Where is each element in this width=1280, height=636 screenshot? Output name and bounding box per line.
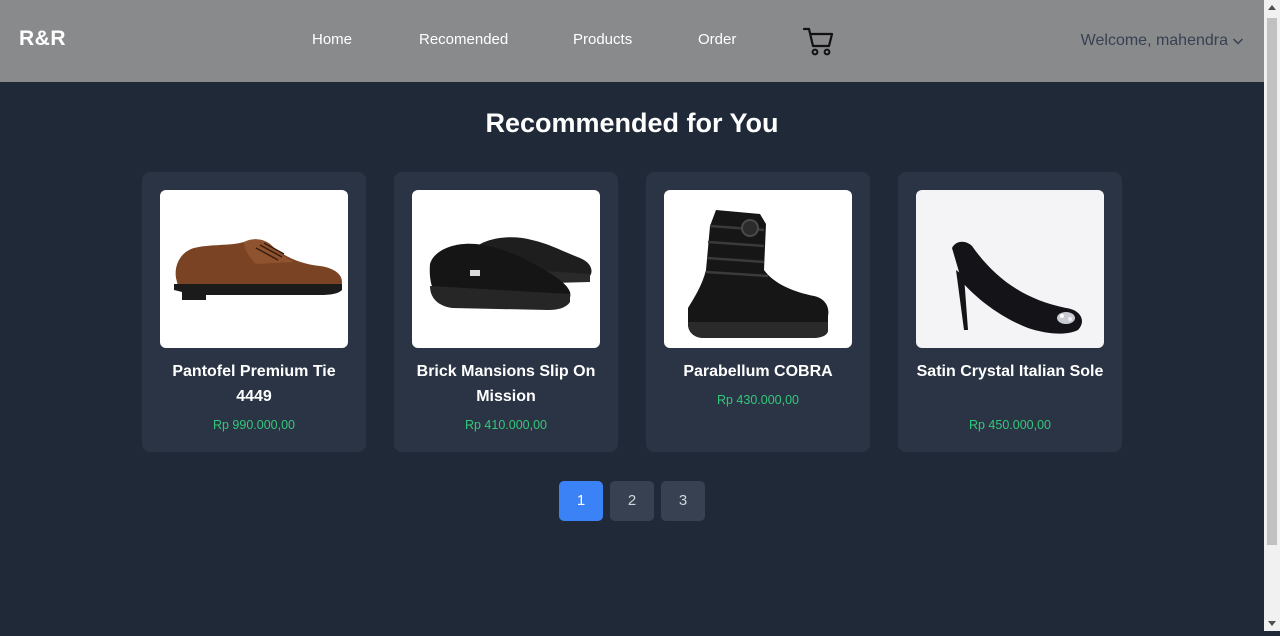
product-card[interactable]: Satin Crystal Italian Sole Rp 450.000,00: [898, 172, 1122, 452]
nav-link-order[interactable]: Order: [698, 31, 736, 48]
product-image: [160, 190, 348, 348]
nav-link-products[interactable]: Products: [573, 31, 632, 48]
user-menu[interactable]: Welcome, mahendra: [1081, 32, 1244, 50]
product-name: Parabellum COBRA: [683, 363, 833, 380]
product-card[interactable]: Brick Mansions Slip On Mission Rp 410.00…: [394, 172, 618, 452]
product-price: Rp 990.000,00: [212, 418, 295, 432]
product-image: [916, 190, 1104, 348]
nav-link-home[interactable]: Home: [312, 31, 352, 48]
shopping-cart-icon[interactable]: [802, 26, 834, 56]
navbar: R&R Home Recomended Products Order Welco…: [0, 0, 1264, 82]
product-card[interactable]: Pantofel Premium Tie 4449 Rp 990.000,00: [142, 172, 366, 452]
scrollbar-thumb[interactable]: [1267, 18, 1277, 545]
scroll-up-arrow-icon[interactable]: [1264, 0, 1280, 16]
page-button-1[interactable]: 1: [559, 481, 603, 521]
page-button-3[interactable]: 3: [661, 481, 705, 521]
product-card[interactable]: Parabellum COBRA Rp 430.000,00: [646, 172, 870, 452]
page-button-2[interactable]: 2: [610, 481, 654, 521]
product-price: Rp 410.000,00: [464, 418, 547, 432]
scroll-down-arrow-icon[interactable]: [1264, 615, 1280, 631]
product-image: [664, 190, 852, 348]
page: R&R Home Recomended Products Order Welco…: [0, 0, 1264, 631]
chevron-down-icon: [1232, 38, 1244, 45]
product-name: Pantofel Premium Tie 4449: [172, 363, 336, 405]
product-image: [412, 190, 600, 348]
product-name: Satin Crystal Italian Sole: [916, 363, 1104, 380]
product-price: Rp 450.000,00: [968, 418, 1051, 432]
page-title: Recommended for You: [485, 108, 779, 138]
vertical-scrollbar[interactable]: [1264, 0, 1280, 631]
brand-logo[interactable]: R&R: [19, 27, 66, 51]
product-price: Rp 430.000,00: [716, 393, 799, 407]
nav-link-recommended[interactable]: Recomended: [419, 31, 508, 48]
product-name: Brick Mansions Slip On Mission: [416, 363, 596, 405]
welcome-text: Welcome, mahendra: [1080, 32, 1228, 49]
